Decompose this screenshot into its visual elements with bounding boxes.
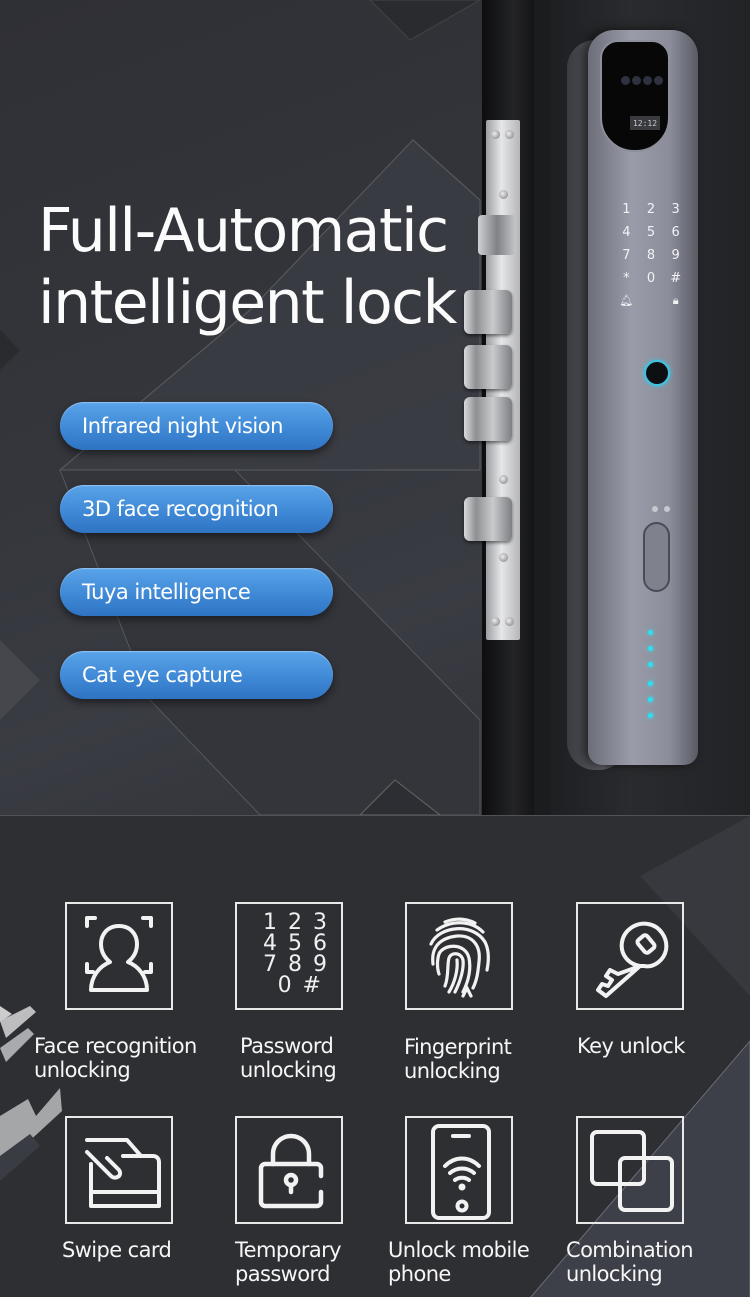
keypad-key: 5 [646,225,656,240]
feature-icon-box [65,1116,173,1224]
dead-bolt [464,345,512,389]
feature-label: Swipe card [62,1238,172,1262]
fingerprint-icon [429,917,490,998]
hero-title: Full-Automatic intelligent lock [38,195,478,339]
feature-label: Face recognition unlocking [34,1034,197,1082]
screw [499,475,508,484]
latch-bolt [478,215,516,255]
camera-lens-icon [643,76,652,85]
swipe-card-icon [85,1138,161,1208]
lock-keypad: 1 2 3 4 5 6 7 8 9 * 0 # 🔔︎ 🔒︎ [614,202,688,308]
feature-label: Fingerprint unlocking [404,1035,512,1083]
screw [499,553,508,562]
camera-lens-icon [654,76,663,85]
fingerprint-sensor [644,360,670,386]
keypad-key: 8 [646,248,656,263]
unlock-methods-section: Face recognition unlocking 1 2 3 4 5 6 7… [0,815,750,1297]
screw [505,617,514,626]
feature-icon-box [405,1116,513,1224]
feature-label: Key unlock [577,1034,685,1058]
status-led [648,681,653,686]
feature-icon-box [576,902,684,1010]
hero-title-line1: Full-Automatic [38,196,449,266]
camera-lens-icon [632,76,641,85]
feature-icon-box [576,1116,684,1224]
screw [491,617,500,626]
key-icon [596,921,669,998]
dead-bolt [464,397,512,441]
highlight-pill-cat-eye: Cat eye capture [60,651,333,699]
highlight-label: Infrared night vision [82,414,283,438]
keypad-icon: 1 2 3 4 5 6 7 8 9 0 # [263,910,329,998]
highlight-pill-night-vision: Infrared night vision [60,402,333,450]
status-led [648,713,653,718]
lock-key-icon: 🔒︎ [672,294,679,307]
feature-icon-box [235,1116,343,1224]
feature-icon-box: 1 2 3 4 5 6 7 8 9 0 # [235,902,343,1010]
dead-bolt [464,497,512,541]
highlight-pill-tuya: Tuya intelligence [60,568,333,616]
feature-label: Unlock mobile phone [388,1238,530,1286]
screw [505,130,514,139]
highlight-label: 3D face recognition [82,497,279,521]
status-led [648,662,653,667]
status-led [648,646,653,651]
screw [499,190,508,199]
keypad-key: 4 [622,225,631,240]
highlight-pill-face-recognition: 3D face recognition [60,485,333,533]
hero-section: Full-Automatic intelligent lock Infrared… [0,0,750,815]
keypad-key: 7 [622,248,631,263]
highlight-label: Tuya intelligence [82,580,251,604]
feature-icon-box [65,902,173,1010]
feature-label: Combination unlocking [566,1238,694,1286]
combination-squares-icon [590,1130,674,1212]
hero-title-line2: intelligent lock [38,268,457,338]
lock-clock-display: 12:12 [630,116,660,130]
feature-label: Temporary password [235,1238,342,1286]
keypad-key: 6 [671,225,680,240]
camera-lens-icon [621,76,630,85]
doorbell-icon: 🔔︎ [619,294,634,307]
status-led [648,697,653,702]
highlight-label: Cat eye capture [82,663,243,687]
keypad-key: 3 [671,202,680,217]
mobile-phone-wifi-icon [431,1124,491,1220]
lock-camera-screen [600,40,670,152]
handle-push-button [643,522,670,592]
keypad-key: # [670,271,682,286]
feature-label: Password unlocking [240,1034,337,1082]
ir-sensor-icon [664,506,670,512]
status-led [648,630,653,635]
screw [491,130,500,139]
dead-bolt [464,290,512,334]
keypad-key: 1 [622,202,631,217]
ir-sensor-icon [652,506,658,512]
keypad-key: 0 [646,271,656,286]
face-recognition-icon [85,916,153,992]
keypad-key: 2 [646,202,656,217]
keypad-key: 9 [671,248,680,263]
keypad-key: * [623,271,630,286]
padlock-icon [258,1133,324,1209]
feature-icon-box [405,902,513,1010]
